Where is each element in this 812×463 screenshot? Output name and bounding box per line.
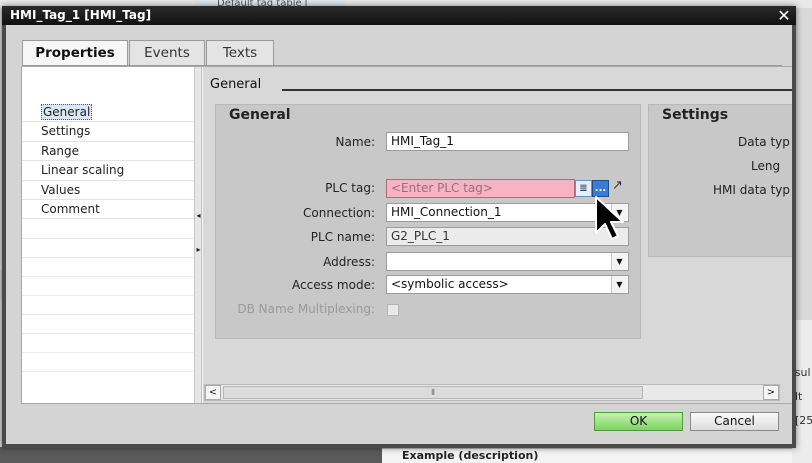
jump-to-tag-icon[interactable]: ↗ [612, 178, 623, 193]
cancel-button[interactable]: Cancel [690, 412, 779, 431]
nav-item-comment[interactable]: Comment [22, 200, 194, 220]
name-field[interactable]: HMI_Tag_1 [386, 132, 629, 151]
section-divider [282, 89, 792, 91]
plc-name-field: G2_PLC_1 [386, 227, 629, 246]
nav-row-divider [22, 257, 194, 258]
close-icon[interactable]: ✕ [776, 6, 792, 25]
access-mode-label: Access mode: [292, 278, 375, 292]
property-content: General General Name: HMI_Tag_1 PLC tag:… [203, 67, 792, 403]
properties-frame: General Settings Range Linear scaling Va… [21, 66, 792, 404]
nav-row-divider [22, 314, 194, 315]
settings-group: Settings Data typ Leng HMI data typ [648, 104, 792, 257]
dialog-title: HMI_Tag_1 [HMI_Tag] [10, 8, 152, 22]
nav-item-range[interactable]: Range [22, 142, 194, 162]
tab-events[interactable]: Events [129, 40, 205, 65]
nav-item-values[interactable]: Values [22, 181, 194, 200]
nav-row-divider [22, 352, 194, 353]
address-label: Address: [323, 255, 375, 269]
scroll-left-icon[interactable]: < [205, 385, 221, 400]
mouse-cursor-icon [595, 196, 624, 240]
background-example-row: Example (description) [382, 448, 792, 463]
tab-texts[interactable]: Texts [206, 40, 274, 65]
nav-item-general[interactable]: General [22, 103, 194, 123]
length-label: Leng [751, 159, 781, 173]
address-field[interactable] [386, 252, 629, 271]
general-group: General Name: HMI_Tag_1 PLC tag: <Enter … [215, 104, 641, 339]
nav-item-label: Linear scaling [41, 163, 125, 178]
plc-tag-list-button[interactable]: ≣ [575, 180, 592, 197]
chevron-down-icon[interactable]: ▼ [611, 276, 627, 293]
data-type-label: Data typ [738, 135, 790, 149]
hmi-data-type-label: HMI data typ [713, 183, 790, 197]
settings-group-title: Settings [662, 107, 729, 123]
dialog-body: Properties Events Texts General Settings… [6, 25, 792, 444]
plc-name-label: PLC name: [310, 230, 375, 244]
nav-item-settings[interactable]: Settings [22, 122, 194, 142]
plc-tag-input[interactable]: <Enter PLC tag> [386, 179, 575, 198]
nav-item-label: Comment [41, 202, 100, 216]
chevron-down-icon[interactable]: ▼ [611, 253, 627, 270]
scroll-thumb[interactable]: ⦀ [223, 386, 643, 399]
nav-row-divider [22, 371, 194, 372]
general-group-title: General [229, 107, 291, 123]
nav-item-label: Settings [41, 124, 91, 139]
nav-item-label: Range [41, 143, 80, 158]
nav-item-label: Values [41, 182, 81, 197]
hmi-tag-dialog: HMI_Tag_1 [HMI_Tag] ✕ Properties Events … [2, 6, 796, 448]
background-darkbar [0, 447, 382, 463]
connection-field[interactable]: HMI_Connection_1 [386, 203, 629, 222]
plc-tag-label: PLC tag: [325, 181, 375, 195]
nav-row-divider [22, 238, 194, 239]
dialog-titlebar[interactable]: HMI_Tag_1 [HMI_Tag] [2, 6, 796, 25]
section-title: General [210, 77, 262, 92]
connection-label: Connection: [303, 206, 375, 220]
nav-row-divider [22, 333, 194, 334]
tab-properties[interactable]: Properties [22, 40, 128, 66]
ok-button[interactable]: OK [594, 412, 683, 431]
nav-item-label: General [41, 104, 93, 120]
horizontal-scrollbar[interactable]: < ⦀ > [204, 384, 780, 401]
db-name-multiplexing-label: DB Name Multiplexing: [237, 302, 375, 316]
nav-row-divider [22, 276, 194, 277]
nav-row-divider [22, 295, 194, 296]
pane-splitter[interactable]: ◂ ▸ [195, 67, 202, 403]
nav-item-linear-scaling[interactable]: Linear scaling [22, 161, 194, 181]
name-label: Name: [335, 135, 375, 149]
access-mode-select[interactable]: <symbolic access> [386, 275, 629, 294]
scroll-right-icon[interactable]: > [763, 385, 779, 400]
db-name-multiplexing-checkbox[interactable] [387, 304, 399, 316]
expand-right-icon[interactable]: ▸ [195, 244, 202, 256]
collapse-left-icon[interactable]: ◂ [195, 210, 202, 222]
property-nav: General Settings Range Linear scaling Va… [22, 67, 195, 403]
